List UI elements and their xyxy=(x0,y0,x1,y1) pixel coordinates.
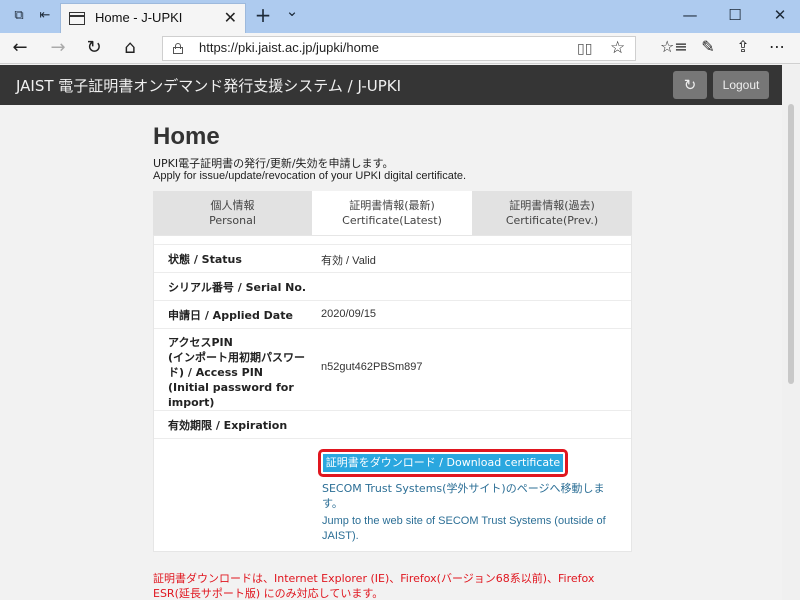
table-row: 申請日 / Applied Date 2020/09/15 xyxy=(154,300,631,328)
browser-titlebar: ⧉ ⇤ Home - J-UPKI ✕ + ⌄ — ☐ ✕ xyxy=(0,0,800,33)
certificate-card: 状態 / Status 有効 / Valid シリアル番号 / Serial N… xyxy=(153,235,632,552)
tab-personal-en: Personal xyxy=(209,214,256,227)
tab-personal[interactable]: 個人情報 Personal xyxy=(153,191,312,235)
table-row: シリアル番号 / Serial No. xyxy=(154,272,631,300)
download-highlight: 証明書をダウンロード / Download certificate xyxy=(318,449,568,477)
tab-personal-ja: 個人情報 xyxy=(210,199,255,212)
favorite-star-icon[interactable]: ☆ xyxy=(610,38,625,58)
page-title: Home xyxy=(153,123,220,150)
tab-certificate-prev[interactable]: 証明書情報(過去) Certificate(Prev.) xyxy=(472,191,632,235)
app-header: JAIST 電子証明書オンデマンド発行支援システム / J-UPKI ↻ Log… xyxy=(0,65,782,105)
new-tab-icon[interactable]: + xyxy=(253,3,273,27)
table-row: 有効期限 / Expiration xyxy=(154,410,631,438)
row-label: 状態 / Status xyxy=(168,253,242,266)
table-row: 状態 / Status 有効 / Valid xyxy=(154,244,631,272)
forward-icon[interactable]: → xyxy=(46,37,70,59)
browser-support-note: 証明書ダウンロードは、Internet Explorer (IE)、Firefo… xyxy=(153,572,595,600)
share-icon[interactable]: ⇪ xyxy=(732,37,754,56)
tab-menu-icon[interactable]: ⌄ xyxy=(282,2,302,20)
tab-latest-en: Certificate(Latest) xyxy=(342,214,442,227)
home-icon[interactable]: ⌂ xyxy=(118,37,142,59)
tab-close-icon[interactable]: ✕ xyxy=(224,8,237,27)
back-icon[interactable]: ← xyxy=(8,37,32,59)
tab-actions-icon[interactable]: ⧉ xyxy=(10,8,28,24)
tab-prev-ja: 証明書情報(過去) xyxy=(509,199,595,212)
table-row: アクセスPIN (インポート用初期パスワード) / Access PIN (In… xyxy=(154,328,631,410)
row-value: 有効 / Valid xyxy=(321,255,376,267)
scroll-thumb[interactable] xyxy=(788,104,794,384)
reading-view-icon[interactable]: ▯▯ xyxy=(577,41,592,57)
tab-prev-en: Certificate(Prev.) xyxy=(505,214,599,227)
secom-link-en[interactable]: Jump to the web site of SECOM Trust Syst… xyxy=(322,514,622,544)
row-label: シリアル番号 / Serial No. xyxy=(168,281,307,294)
browser-navbar: ← → ↻ ⌂ https://pki.jaist.ac.jp/jupki/ho… xyxy=(0,33,800,64)
pen-icon[interactable]: ✎ xyxy=(697,37,719,56)
tab-certificate-latest[interactable]: 証明書情報(最新) Certificate(Latest) xyxy=(312,191,472,235)
more-icon[interactable]: ⋯ xyxy=(766,37,788,56)
row-label: 有効期限 / Expiration xyxy=(168,419,288,432)
main-content: Home UPKI電子証明書の発行/更新/失効を申請します。 Apply for… xyxy=(0,105,782,600)
secom-link-ja[interactable]: SECOM Trust Systems(学外サイト)のページへ移動します。 xyxy=(322,481,617,511)
window-close-icon[interactable]: ✕ xyxy=(770,6,790,24)
download-row xyxy=(154,438,631,439)
download-certificate-button[interactable]: 証明書をダウンロード / Download certificate xyxy=(323,454,563,472)
tab-latest-ja: 証明書情報(最新) xyxy=(349,199,435,212)
logout-button[interactable]: Logout xyxy=(713,71,769,99)
row-label: アクセスPIN (インポート用初期パスワード) / Access PIN (In… xyxy=(168,336,306,409)
page-icon xyxy=(69,12,85,25)
tab-title: Home - J-UPKI xyxy=(95,10,183,25)
url-text[interactable]: https://pki.jaist.ac.jp/jupki/home xyxy=(199,40,379,55)
maximize-icon[interactable]: ☐ xyxy=(725,6,745,24)
row-value: 2020/09/15 xyxy=(321,308,377,320)
lock-icon xyxy=(173,43,183,54)
refresh-icon[interactable]: ↻ xyxy=(82,37,106,59)
address-bar[interactable]: https://pki.jaist.ac.jp/jupki/home ▯▯ ☆ xyxy=(162,36,636,61)
content-tabs: 個人情報 Personal 証明書情報(最新) Certificate(Late… xyxy=(153,191,632,235)
app-refresh-button[interactable]: ↻ xyxy=(673,71,707,99)
app-title: JAIST 電子証明書オンデマンド発行支援システム / J-UPKI xyxy=(16,77,402,95)
row-value: n52gut462PBSm897 xyxy=(321,361,423,373)
row-label: 申請日 / Applied Date xyxy=(168,309,293,322)
set-tabs-aside-icon[interactable]: ⇤ xyxy=(36,8,54,24)
page-description-ja: UPKI電子証明書の発行/更新/失効を申請します。 xyxy=(153,157,394,170)
browser-tab-home[interactable]: Home - J-UPKI ✕ xyxy=(60,3,246,33)
favorites-list-icon[interactable]: ☆≡ xyxy=(660,37,688,56)
minimize-icon[interactable]: — xyxy=(680,6,700,24)
page-description-en: Apply for issue/update/revocation of you… xyxy=(153,170,467,182)
